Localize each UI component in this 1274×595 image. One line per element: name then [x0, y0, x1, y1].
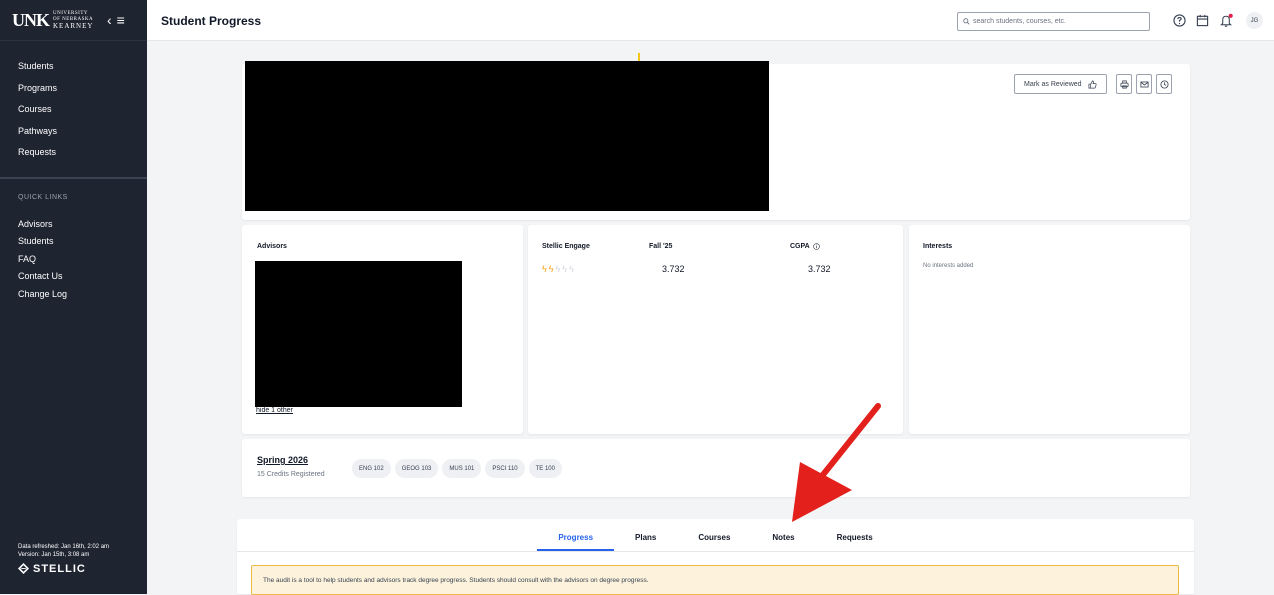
sidebar-nav: Students Programs Courses Pathways Reque… [0, 41, 147, 167]
notifications-button[interactable] [1218, 12, 1235, 29]
avatar[interactable]: JG [1246, 12, 1263, 29]
quick-link-faq[interactable]: FAQ [0, 252, 147, 270]
sidebar-footer: Data refreshed: Jan 16th, 2:02 am Versio… [18, 543, 109, 574]
redacted-advisor-list [255, 261, 462, 407]
data-refreshed: Data refreshed: Jan 16th, 2:02 am [18, 544, 110, 550]
course-chip[interactable]: PSCI 110 [485, 459, 525, 478]
sidebar-item-students[interactable]: Students [0, 59, 147, 81]
tab-bar: Progress Plans Courses Notes Requests [237, 533, 1194, 551]
version-text: Version: Jan 15th, 3:08 am [18, 552, 90, 558]
sidebar-item-requests[interactable]: Requests [0, 145, 147, 167]
print-icon [1119, 79, 1129, 89]
audit-panel: Progress Plans Courses Notes Requests Th… [237, 519, 1194, 595]
course-chips: ENG 102 GEOG 103 MUS 101 PSCI 110 TE 100 [352, 459, 562, 478]
clock-icon [1159, 79, 1169, 89]
logo-bottom: KEARNEY [53, 22, 94, 30]
logo-text: UNIVERSITY OF NEBRASKA KEARNEY [53, 11, 97, 30]
history-button[interactable] [1156, 74, 1172, 94]
sidebar-divider [0, 176, 147, 179]
top-header: Student Progress search students, course… [147, 0, 1274, 41]
chevron-left-icon: ‹ [107, 12, 112, 28]
term-gpa-label: Fall '25 [649, 243, 673, 250]
no-interests-text: No interests added [923, 263, 974, 269]
menu-icon: ≡ [116, 12, 125, 28]
help-icon [1173, 14, 1186, 27]
tab-notes[interactable]: Notes [751, 533, 815, 551]
redacted-student-info [245, 61, 769, 211]
engage-rating: ϟϟϟϟϟ [542, 264, 574, 274]
help-button[interactable] [1171, 12, 1188, 29]
interests-title: Interests [923, 243, 953, 250]
stellic-icon [18, 563, 29, 574]
search-placeholder: search students, courses, etc. [973, 18, 1066, 25]
unk-logo[interactable]: UNK UNIVERSITY OF NEBRASKA KEARNEY [12, 10, 97, 31]
interests-card: Interests No interests added [909, 225, 1190, 434]
sidebar-item-programs[interactable]: Programs [0, 81, 147, 103]
term-gpa-value: 3.732 [662, 264, 685, 274]
cgpa-value: 3.732 [808, 264, 831, 274]
stellic-logo: STELLIC [18, 563, 109, 574]
term-link[interactable]: Spring 2026 [257, 455, 308, 465]
quick-link-contact-us[interactable]: Contact Us [0, 269, 147, 287]
audit-notice: The audit is a tool to help students and… [251, 565, 1179, 595]
quick-link-advisors[interactable]: Advisors [0, 217, 147, 235]
search-icon [963, 18, 970, 25]
thumbs-up-icon [1088, 80, 1097, 88]
page-title: Student Progress [161, 14, 262, 28]
engage-bolt-icon: ϟ [555, 264, 561, 274]
registered-term-card: Spring 2026 15 Credits Registered ENG 10… [242, 439, 1190, 497]
sidebar-header: UNK UNIVERSITY OF NEBRASKA KEARNEY ‹ ≡ [0, 0, 147, 41]
engage-bolt-icon: ϟ [569, 264, 574, 274]
engage-bolt-icon: ϟ [548, 264, 554, 274]
bell-icon [1220, 13, 1233, 27]
collapse-sidebar-button[interactable]: ‹ ≡ [107, 12, 125, 28]
tab-plans[interactable]: Plans [614, 533, 677, 551]
advisors-title: Advisors [257, 243, 287, 250]
mark-reviewed-label: Mark as Reviewed [1024, 80, 1082, 88]
sidebar-item-pathways[interactable]: Pathways [0, 124, 147, 146]
tab-progress[interactable]: Progress [537, 533, 615, 551]
red-arrow-annotation [792, 403, 881, 522]
email-button[interactable] [1136, 74, 1152, 94]
info-icon[interactable] [812, 243, 820, 250]
yellow-marker [638, 53, 640, 61]
tab-courses[interactable]: Courses [677, 533, 751, 551]
mail-icon [1139, 81, 1149, 87]
advisors-card: Advisors hide 1 other [242, 225, 523, 434]
search-input[interactable]: search students, courses, etc. [957, 12, 1150, 31]
quick-link-students[interactable]: Students [0, 234, 147, 252]
calendar-icon [1196, 14, 1209, 27]
credits-registered: 15 Credits Registered [257, 471, 325, 478]
quick-links: Advisors Students FAQ Contact Us Change … [0, 217, 147, 305]
stellic-engage-label: Stellic Engage [542, 243, 590, 250]
course-chip[interactable]: TE 100 [528, 459, 562, 478]
tab-requests[interactable]: Requests [816, 533, 894, 551]
hide-other-advisors-link[interactable]: hide 1 other [256, 407, 293, 414]
course-chip[interactable]: GEOG 103 [394, 459, 439, 478]
sidebar: UNK UNIVERSITY OF NEBRASKA KEARNEY ‹ ≡ S… [0, 0, 147, 594]
logo-mark: UNK [12, 9, 50, 30]
tab-divider [237, 551, 1194, 552]
course-chip[interactable]: MUS 101 [442, 459, 482, 478]
course-chip[interactable]: ENG 102 [352, 459, 391, 478]
quick-link-change-log[interactable]: Change Log [0, 287, 147, 305]
print-button[interactable] [1116, 74, 1132, 94]
cgpa-label: CGPA [790, 243, 810, 250]
stellic-brand: STELLIC [33, 562, 86, 575]
sidebar-item-courses[interactable]: Courses [0, 102, 147, 124]
quick-links-title: QUICK LINKS [18, 193, 68, 201]
calendar-button[interactable] [1194, 12, 1211, 29]
mark-as-reviewed-button[interactable]: Mark as Reviewed [1014, 74, 1107, 94]
engage-bolt-icon: ϟ [562, 264, 568, 274]
cgpa-label-group: CGPA [790, 243, 820, 250]
engage-bolt-icon: ϟ [542, 264, 547, 274]
